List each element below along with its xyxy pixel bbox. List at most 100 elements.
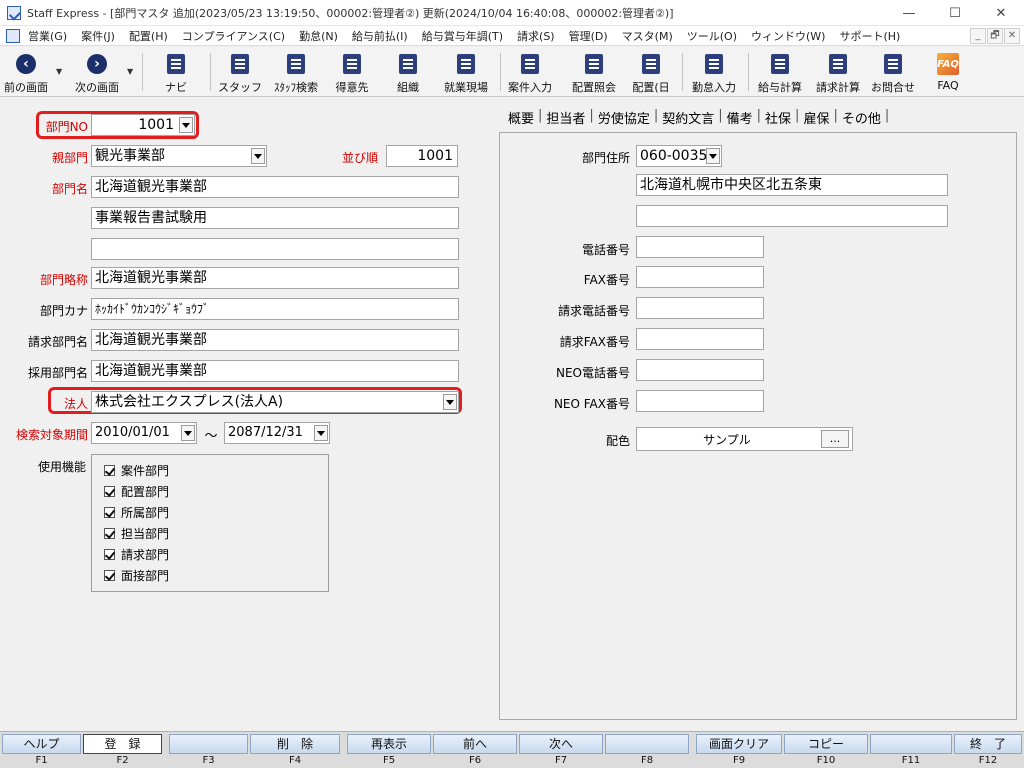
menu-master[interactable]: マスタ(M)	[622, 28, 673, 44]
tab-overview[interactable]: 概要	[504, 108, 538, 127]
billing-fax-field[interactable]	[636, 328, 764, 350]
faq-button[interactable]: FAQ FAQ	[926, 49, 970, 95]
f12-exit-button[interactable]: 終 了	[954, 734, 1022, 754]
color-picker-button[interactable]: ...	[821, 430, 849, 448]
mdi-restore-button[interactable]: 🗗	[987, 28, 1003, 44]
menu-support[interactable]: サポート(H)	[839, 28, 900, 44]
zip-select[interactable]: 060-0035	[636, 145, 722, 167]
f6-prev-button[interactable]: 前へ	[433, 734, 517, 754]
contact-button[interactable]: お問合せ	[866, 49, 920, 95]
dept-kana-field[interactable]: ﾎｯｶｲﾄﾞｳｶﾝｺｳｼﾞｷﾞｮｳﾌﾞ	[91, 298, 459, 320]
f10-copy-button[interactable]: コピー	[784, 734, 868, 754]
chevron-down-icon[interactable]	[706, 148, 720, 164]
f9-clear-button[interactable]: 画面クリア	[696, 734, 782, 754]
menu-case[interactable]: 案件(J)	[81, 28, 115, 44]
chevron-down-icon[interactable]	[181, 425, 195, 441]
mdi-close-button[interactable]: ✕	[1004, 28, 1020, 44]
function-belonging-checkbox[interactable]: 所属部門	[104, 504, 169, 521]
function-billing-checkbox[interactable]: 請求部門	[104, 546, 169, 563]
address-field-2[interactable]	[636, 205, 948, 227]
f3-button[interactable]	[169, 734, 248, 754]
chevron-down-icon[interactable]	[314, 425, 328, 441]
case-entry-button[interactable]: 案件入力	[504, 49, 556, 95]
function-placement-checkbox[interactable]: 配置部門	[104, 483, 169, 500]
menu-billing[interactable]: 請求(S)	[517, 28, 555, 44]
function-case-checkbox[interactable]: 案件部門	[104, 462, 169, 479]
dept-name-field-2[interactable]: 事業報告書試験用	[91, 207, 459, 229]
close-button[interactable]: ✕	[978, 0, 1024, 26]
f4-delete-button[interactable]: 削 除	[250, 734, 340, 754]
period-to-select[interactable]: 2087/12/31	[224, 422, 330, 444]
billing-phone-field[interactable]	[636, 297, 764, 319]
menu-window[interactable]: ウィンドウ(W)	[751, 28, 825, 44]
staff-search-button[interactable]: ｽﾀｯﾌ検索	[268, 49, 324, 95]
menu-payroll[interactable]: 給与賞与年調(T)	[422, 28, 503, 44]
worksite-button[interactable]: 就業現場	[438, 49, 494, 95]
menu-tools[interactable]: ツール(O)	[687, 28, 737, 44]
tab-contract-text[interactable]: 契約文言	[658, 108, 718, 127]
dept-no-select[interactable]: 1001	[91, 114, 195, 136]
next-button[interactable]: › 次の画面	[70, 49, 124, 95]
menu-admin[interactable]: 管理(D)	[569, 28, 608, 44]
f11-button[interactable]	[870, 734, 952, 754]
payroll-button[interactable]: 給与計算	[752, 49, 808, 95]
org-button[interactable]: 組織	[390, 49, 426, 95]
dept-name-field-3[interactable]	[91, 238, 459, 260]
placement-inquiry-button[interactable]: 配置照会	[566, 49, 622, 95]
next-dropdown-icon[interactable]: ▼	[127, 67, 133, 76]
staff-button[interactable]: スタッフ	[218, 49, 262, 95]
placement-day-button[interactable]: 配置(日	[626, 49, 676, 95]
order-field[interactable]: 1001	[386, 145, 458, 167]
chevron-down-icon[interactable]	[179, 117, 193, 133]
phone-field[interactable]	[636, 236, 764, 258]
menu-placement[interactable]: 配置(H)	[129, 28, 168, 44]
dept-name-field-1[interactable]: 北海道観光事業部	[91, 176, 459, 198]
menu-compliance[interactable]: コンプライアンス(C)	[182, 28, 285, 44]
tab-notes[interactable]: 備考	[723, 108, 757, 127]
arrow-right-icon: ›	[87, 54, 107, 74]
address-field-1[interactable]: 北海道札幌市中央区北五条東	[636, 174, 948, 196]
neo-fax-field[interactable]	[636, 390, 764, 412]
f2-register-button[interactable]: 登 録	[83, 734, 162, 754]
corp-select[interactable]: 株式会社エクスプレス(法人A)	[91, 391, 459, 413]
attendance-entry-button[interactable]: 勤怠入力	[686, 49, 742, 95]
function-charge-checkbox[interactable]: 担当部門	[104, 525, 169, 542]
menu-sales[interactable]: 営業(G)	[28, 28, 67, 44]
dept-abbr-label: 部門略称	[39, 273, 88, 287]
hiring-dept-name-field[interactable]: 北海道観光事業部	[91, 360, 459, 382]
tab-employment-insurance[interactable]: 雇保	[799, 108, 833, 127]
neo-phone-field[interactable]	[636, 359, 764, 381]
customer-button[interactable]: 得意先	[330, 49, 374, 95]
corp-label: 法人	[63, 397, 88, 411]
f5-refresh-button[interactable]: 再表示	[347, 734, 431, 754]
tab-labor-agreement[interactable]: 労使協定	[594, 108, 654, 127]
billing-calc-button[interactable]: 請求計算	[810, 49, 866, 95]
period-from-select[interactable]: 2010/01/01	[91, 422, 197, 444]
parent-dept-select[interactable]: 観光事業部	[91, 145, 267, 167]
document-icon[interactable]	[6, 28, 20, 43]
window-title: Staff Express - [部門マスタ 追加(2023/05/23 13:…	[27, 6, 674, 20]
f1-help-button[interactable]: ヘルプ	[2, 734, 81, 754]
f8-button[interactable]	[605, 734, 689, 754]
menu-attendance[interactable]: 勤怠(N)	[299, 28, 338, 44]
f7-key-label: F7	[554, 755, 568, 766]
payroll-icon	[771, 54, 789, 74]
chevron-down-icon[interactable]	[443, 394, 457, 410]
function-interview-checkbox[interactable]: 面接部門	[104, 567, 169, 584]
minimize-button[interactable]: —	[886, 0, 932, 26]
contact-icon	[884, 54, 902, 74]
maximize-button[interactable]: ☐	[932, 0, 978, 26]
mdi-minimize-button[interactable]: _	[970, 28, 986, 44]
fax-field[interactable]	[636, 266, 764, 288]
dept-abbr-field[interactable]: 北海道観光事業部	[91, 267, 459, 289]
back-dropdown-icon[interactable]: ▼	[56, 67, 62, 76]
tab-person-in-charge[interactable]: 担当者	[542, 108, 589, 127]
billing-dept-name-field[interactable]: 北海道観光事業部	[91, 329, 459, 351]
menu-advance-pay[interactable]: 給与前払(I)	[352, 28, 408, 44]
navi-button[interactable]: ナビ	[158, 49, 194, 95]
tab-other[interactable]: その他	[838, 108, 885, 127]
tab-social-insurance[interactable]: 社保	[761, 108, 795, 127]
f7-next-button[interactable]: 次へ	[519, 734, 603, 754]
back-button[interactable]: ‹ 前の画面	[2, 49, 50, 95]
chevron-down-icon[interactable]	[251, 148, 265, 164]
